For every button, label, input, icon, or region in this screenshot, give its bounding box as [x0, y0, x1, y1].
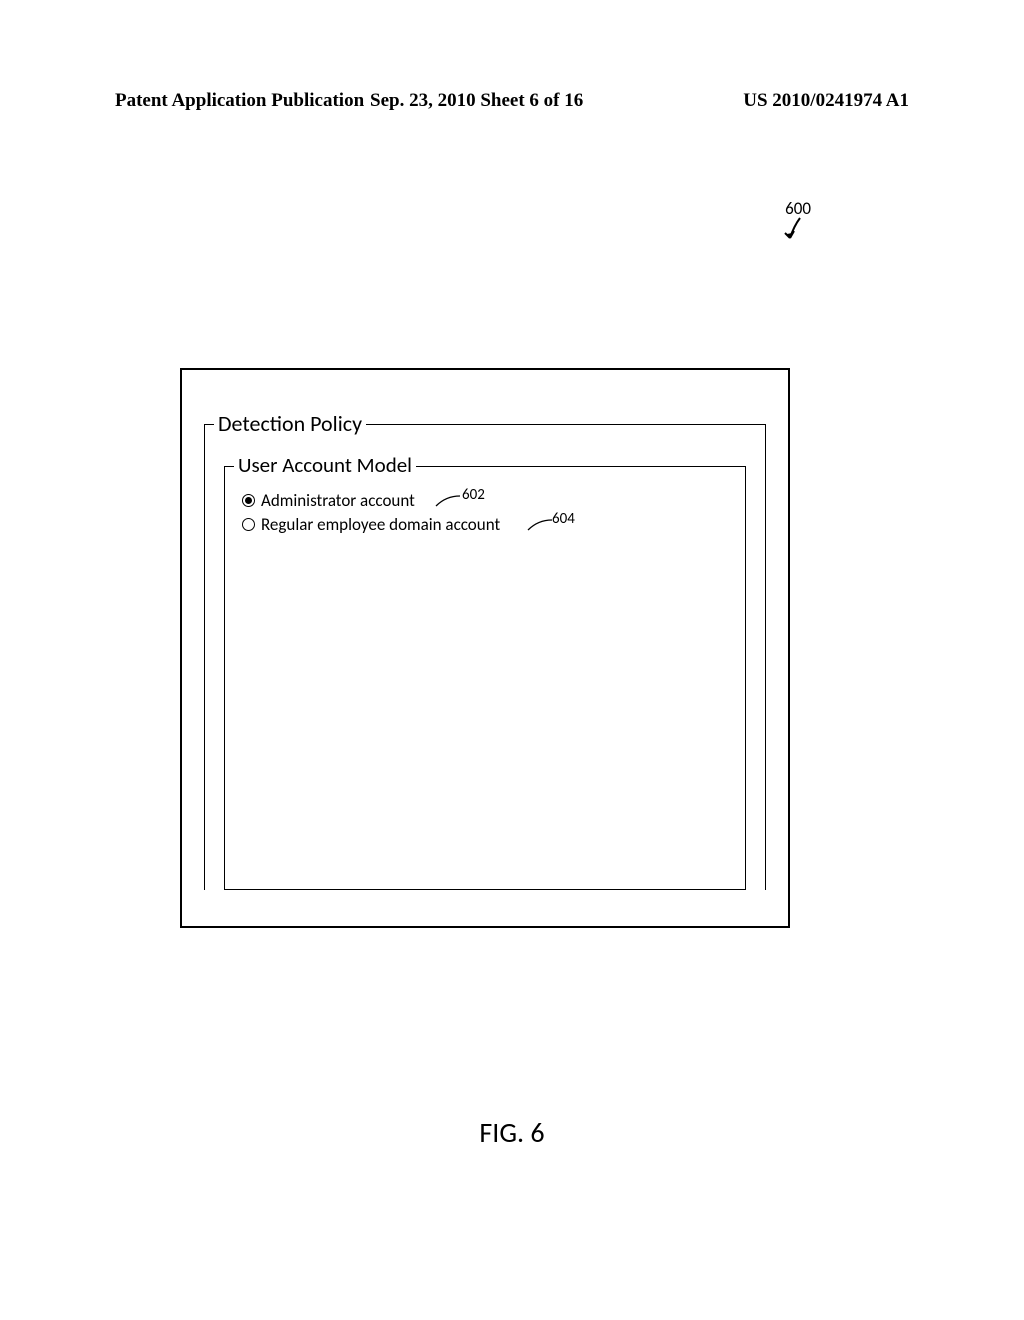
header-date-sheet: Sep. 23, 2010 Sheet 6 of 16: [370, 90, 583, 112]
callout-leader-icon: [434, 494, 462, 513]
detection-policy-legend: Detection Policy: [214, 410, 366, 437]
callout-leader-icon: [526, 518, 554, 537]
header-publication: Patent Application Publication: [115, 90, 364, 112]
radio-option-administrator[interactable]: Administrator account: [242, 490, 415, 511]
figure-label: FIG. 6: [0, 1115, 1024, 1150]
radio-label: Regular employee domain account: [261, 514, 500, 535]
radio-button-icon[interactable]: [242, 494, 255, 507]
radio-label: Administrator account: [261, 490, 415, 511]
radio-option-regular-employee[interactable]: Regular employee domain account: [242, 514, 500, 535]
user-account-model-group: User Account Model Administrator account…: [224, 452, 746, 890]
radio-button-icon[interactable]: [242, 518, 255, 531]
patent-header: Patent Application Publication Sep. 23, …: [0, 90, 1024, 112]
user-account-model-legend: User Account Model: [234, 452, 416, 478]
header-patent-number: US 2010/0241974 A1: [743, 90, 909, 112]
figure-reference-arrow-icon: [782, 216, 806, 246]
detection-policy-group: Detection Policy User Account Model Admi…: [204, 410, 766, 890]
dialog-window: Detection Policy User Account Model Admi…: [180, 368, 790, 928]
callout-number-604: 604: [552, 510, 575, 528]
callout-number-602: 602: [462, 486, 485, 504]
